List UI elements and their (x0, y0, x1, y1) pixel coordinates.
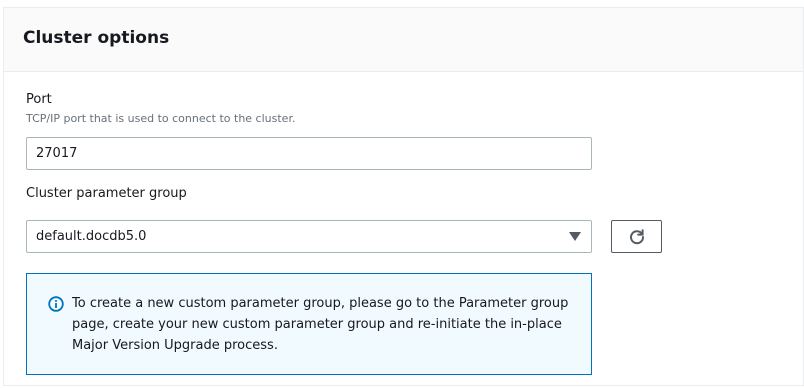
port-description: TCP/IP port that is used to connect to t… (26, 112, 296, 125)
panel-title: Cluster options (23, 28, 170, 48)
info-alert: To create a new custom parameter group, … (26, 273, 592, 375)
cluster-options-panel: Cluster options Port TCP/IP port that is… (3, 7, 804, 386)
port-input-value: 27017 (36, 146, 78, 161)
parameter-group-selected-value: default.docdb5.0 (36, 229, 147, 244)
panel-header: Cluster options (4, 8, 803, 72)
info-icon (48, 296, 64, 312)
refresh-button[interactable] (611, 220, 662, 253)
parameter-group-label: Cluster parameter group (26, 186, 187, 201)
info-alert-text: To create a new custom parameter group, … (72, 296, 569, 353)
refresh-icon (629, 228, 644, 244)
parameter-group-select[interactable]: default.docdb5.0 (26, 220, 592, 253)
caret-down-icon (569, 232, 581, 241)
port-input[interactable]: 27017 (26, 137, 592, 170)
port-label: Port (26, 92, 52, 107)
